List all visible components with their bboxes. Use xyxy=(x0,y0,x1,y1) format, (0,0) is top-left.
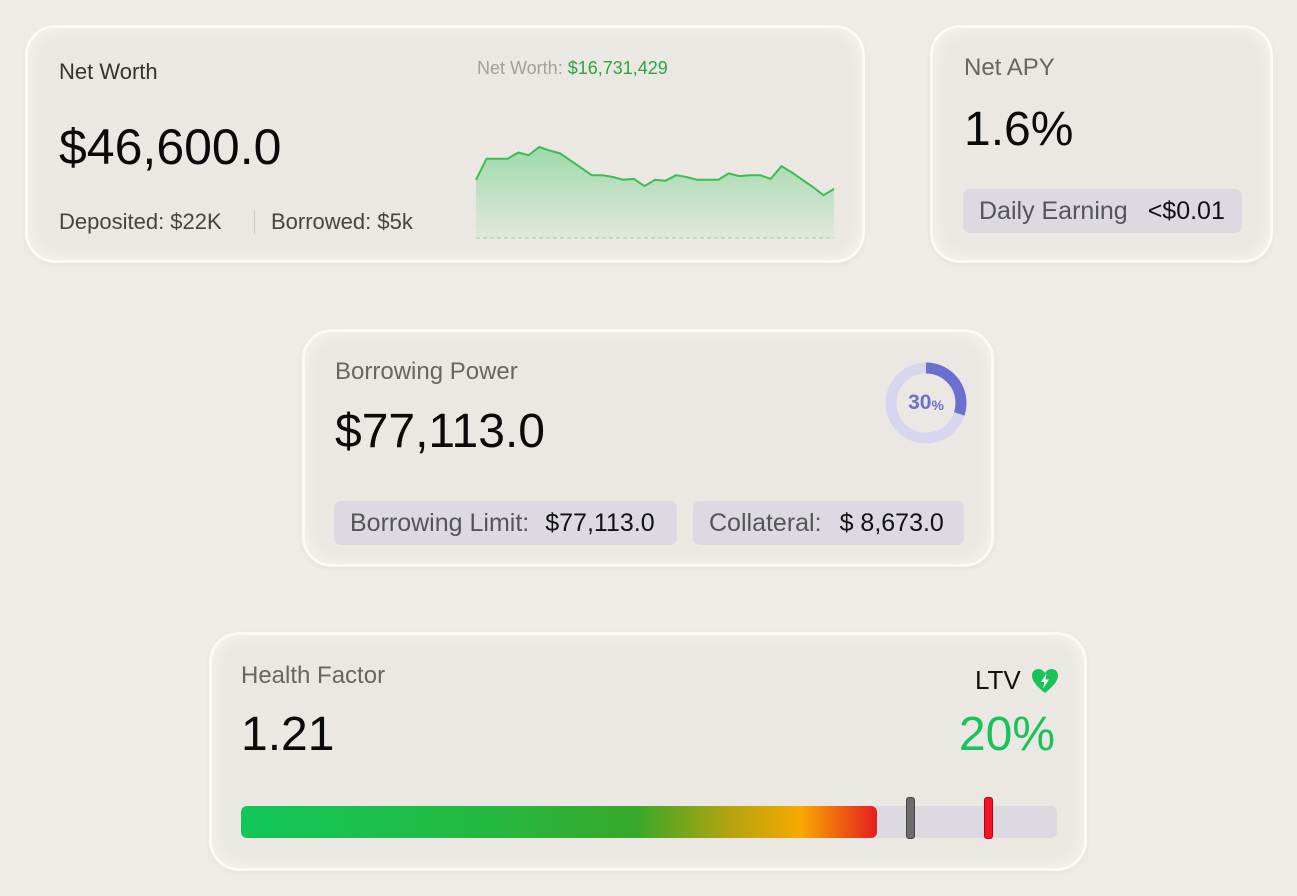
ltv-label: LTV xyxy=(975,665,1021,695)
health-threshold-marker[interactable] xyxy=(906,797,915,839)
collateral-label: Collateral: xyxy=(709,508,822,537)
collateral-value: $ 8,673.0 xyxy=(839,508,944,537)
net-apy-title: Net APY xyxy=(964,54,1055,81)
net-worth-card: Net Worth $46,600.0 Deposited: $22K Borr… xyxy=(25,25,865,263)
borrowing-limit-value: $77,113.0 xyxy=(545,508,655,537)
borrowing-limit-label: Borrowing Limit: xyxy=(350,508,530,537)
borrowing-power-title: Borrowing Power xyxy=(335,358,518,385)
borrowing-power-value: $77,113.0 xyxy=(335,405,545,458)
borrowing-usage-text: 30 % xyxy=(883,360,969,446)
net-apy-value: 1.6% xyxy=(964,103,1074,156)
stat-divider xyxy=(254,210,255,234)
daily-earning-label: Daily Earning xyxy=(979,196,1128,225)
health-factor-card: Health Factor 1.21 LTV 20% xyxy=(209,632,1087,871)
liquidation-threshold-marker[interactable] xyxy=(984,797,993,839)
collateral-pill: Collateral: $ 8,673.0 xyxy=(693,501,964,545)
daily-earning-pill: Daily Earning <$0.01 xyxy=(963,189,1242,233)
deposited-amount: Deposited: $22K xyxy=(59,209,222,234)
health-factor-bar-fill xyxy=(241,806,877,838)
net-worth-title: Net Worth xyxy=(59,59,158,84)
health-factor-bar xyxy=(241,797,1057,839)
heart-bolt-icon xyxy=(1032,669,1058,693)
health-factor-value: 1.21 xyxy=(241,708,335,761)
borrowing-usage-number: 30 xyxy=(908,391,932,414)
ltv-value: 20% xyxy=(958,708,1055,761)
health-factor-title: Health Factor xyxy=(241,662,386,689)
borrowing-power-card: Borrowing Power $77,113.0 30 % Borrowing… xyxy=(302,329,994,567)
net-worth-value: $46,600.0 xyxy=(59,119,282,175)
net-apy-card: Net APY 1.6% Daily Earning <$0.01 xyxy=(930,25,1273,263)
borrowing-limit-pill: Borrowing Limit: $77,113.0 xyxy=(334,501,677,545)
borrowed-amount: Borrowed: $5k xyxy=(271,209,413,234)
net-worth-chart[interactable] xyxy=(473,143,839,239)
chart-label-key: Net Worth: xyxy=(477,58,563,78)
chart-net-worth-label: Net Worth: $16,731,429 xyxy=(477,58,668,79)
net-worth-area xyxy=(476,147,834,238)
chart-label-value: $16,731,429 xyxy=(567,58,668,78)
daily-earning-value: <$0.01 xyxy=(1147,196,1225,225)
borrowing-usage-unit: % xyxy=(931,397,944,413)
